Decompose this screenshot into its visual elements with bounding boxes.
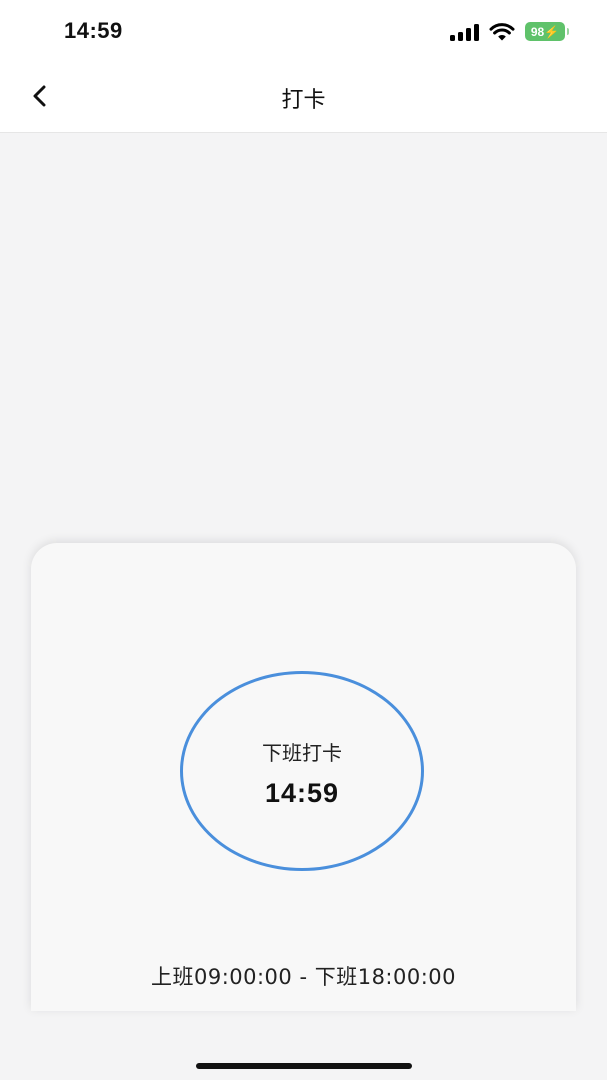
- home-indicator[interactable]: [196, 1063, 412, 1069]
- punch-out-button[interactable]: 下班打卡 14:59: [180, 671, 424, 871]
- top-bar: 14:59 98 ⚡ 打卡: [0, 0, 607, 133]
- battery-charging-icon: 98 ⚡: [525, 22, 569, 41]
- charging-bolt-icon: ⚡: [544, 24, 560, 39]
- page-title: 打卡: [281, 88, 326, 113]
- punch-time: 14:59: [264, 778, 340, 808]
- wifi-icon: [489, 22, 515, 41]
- battery-level: 98: [530, 24, 545, 39]
- status-icons: 98 ⚡: [450, 22, 569, 41]
- clock-in-card: 下班打卡 14:59 上班09:00:00 - 下班18:00:00: [31, 543, 576, 1011]
- punch-label: 下班打卡: [262, 741, 342, 765]
- status-time: 14:59: [64, 18, 123, 43]
- work-schedule: 上班09:00:00 - 下班18:00:00: [150, 965, 457, 989]
- signal-icon: [450, 23, 479, 41]
